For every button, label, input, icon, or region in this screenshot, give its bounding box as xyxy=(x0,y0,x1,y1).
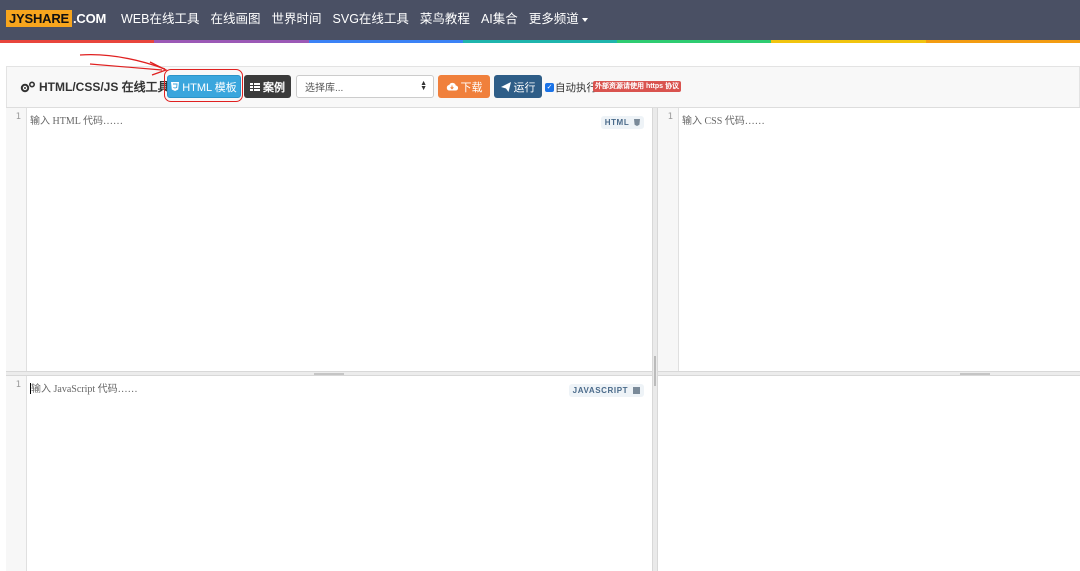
logo-suffix: .COM xyxy=(73,11,107,26)
css-code-placeholder: 输入 CSS 代码…… xyxy=(682,116,765,127)
select-arrows-icon: ▲ ▼ xyxy=(420,80,427,92)
library-select-placeholder: 选择库... xyxy=(305,83,344,94)
js-lang-tag: JAVASCRIPT xyxy=(568,384,644,397)
js-line-gutter: 1 xyxy=(6,376,27,571)
nav-menu: WEB在线工具 在线画图 世界时间 SVG在线工具 菜鸟教程 AI集合 更多频道 xyxy=(121,11,588,27)
auto-run-toggle[interactable]: ✓ 自动执行 xyxy=(545,80,597,95)
nav-item-world-time[interactable]: 世界时间 xyxy=(272,11,322,27)
tool-title: HTML/CSS/JS 在线工具 xyxy=(20,78,170,95)
rainbow-segment xyxy=(154,40,309,43)
paper-plane-icon xyxy=(500,81,511,92)
rainbow-strip xyxy=(0,40,1080,43)
html-template-label: HTML 模板 xyxy=(182,81,237,94)
js-lang-label: JAVASCRIPT xyxy=(572,386,629,395)
table-icon xyxy=(250,82,260,91)
library-select[interactable]: 选择库... ▲ ▼ xyxy=(296,75,434,98)
cloud-download-icon xyxy=(446,82,458,91)
rainbow-segment xyxy=(0,40,155,43)
html-template-button[interactable]: HTML 模板 xyxy=(167,75,241,98)
css-editor[interactable]: 1 输入 CSS 代码…… xyxy=(658,108,1080,371)
js-icon xyxy=(633,387,640,394)
html-lang-tag: HTML xyxy=(600,116,644,129)
auto-run-label: 自动执行 xyxy=(555,82,597,94)
line-number: 1 xyxy=(15,380,21,390)
html5-icon xyxy=(171,82,180,91)
rainbow-segment xyxy=(462,40,618,43)
html5-icon xyxy=(634,119,640,126)
gears-icon xyxy=(20,80,36,92)
caret-down-icon xyxy=(581,17,588,22)
line-number: 1 xyxy=(15,112,21,122)
html-code-placeholder: 输入 HTML 代码…… xyxy=(30,116,123,127)
run-button[interactable]: 运行 xyxy=(494,75,542,98)
js-placeholder-text: 输入 JavaScript 代码…… xyxy=(31,384,138,395)
nav-item-svg-tools[interactable]: SVG在线工具 xyxy=(333,11,409,27)
nav-item-web-tools[interactable]: WEB在线工具 xyxy=(121,11,199,27)
js-code-placeholder: 输入 JavaScript 代码…… xyxy=(30,380,138,395)
site-logo[interactable]: JYSHARE .COM xyxy=(6,10,106,27)
html-lang-label: HTML xyxy=(604,118,630,127)
nav-more-label: 更多频道 xyxy=(528,12,579,26)
css-line-gutter: 1 xyxy=(658,108,679,371)
editor-toolbar: HTML/CSS/JS 在线工具 HTML 模板 案例 选择库... ▲ ▼ 下载… xyxy=(6,66,1080,107)
html-editor[interactable]: 1 输入 HTML 代码…… HTML xyxy=(6,108,652,371)
download-button[interactable]: 下载 xyxy=(438,75,490,98)
top-navbar: JYSHARE .COM WEB在线工具 在线画图 世界时间 SVG在线工具 菜… xyxy=(0,0,1080,40)
rainbow-segment xyxy=(771,40,926,43)
grip-icon xyxy=(960,373,990,375)
nav-item-ai[interactable]: AI集合 xyxy=(481,11,518,27)
auto-run-checkbox[interactable]: ✓ xyxy=(545,83,554,92)
rainbow-segment xyxy=(925,40,1080,43)
cases-label: 案例 xyxy=(263,81,285,94)
rainbow-segment xyxy=(617,40,772,43)
download-label: 下载 xyxy=(460,81,483,94)
line-number: 1 xyxy=(667,112,673,122)
nav-item-drawing[interactable]: 在线画图 xyxy=(210,11,260,27)
grip-icon xyxy=(314,373,344,375)
result-preview xyxy=(658,376,1080,571)
run-label: 运行 xyxy=(513,81,536,94)
logo-brand: JYSHARE xyxy=(6,10,73,27)
nav-item-more-channels[interactable]: 更多频道 xyxy=(529,11,588,27)
nav-item-tutorial[interactable]: 菜鸟教程 xyxy=(420,11,470,27)
cases-button[interactable]: 案例 xyxy=(244,75,291,98)
js-editor[interactable]: 1 输入 JavaScript 代码…… JAVASCRIPT xyxy=(6,376,652,571)
html-line-gutter: 1 xyxy=(6,108,27,371)
editor-workspace: 1 输入 HTML 代码…… HTML 1 输入 JavaScript 代码……… xyxy=(6,107,1080,571)
https-note-badge: 外部资源请使用 https 协议 xyxy=(593,81,681,92)
tool-title-text: HTML/CSS/JS 在线工具 xyxy=(39,80,170,94)
rainbow-segment xyxy=(308,40,463,43)
grip-icon xyxy=(654,356,656,386)
